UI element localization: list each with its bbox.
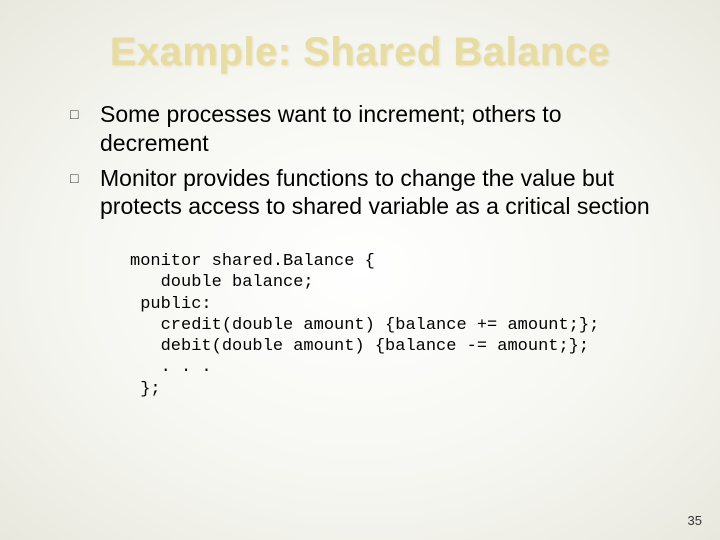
page-number: 35 xyxy=(688,513,702,528)
bullet-marker-icon: □ xyxy=(70,100,100,128)
bullet-item: □ Some processes want to increment; othe… xyxy=(70,100,650,158)
bullet-text: Monitor provides functions to change the… xyxy=(100,164,650,222)
slide: Example: Shared Balance □ Some processes… xyxy=(0,0,720,540)
bullet-text: Some processes want to increment; others… xyxy=(100,100,650,158)
bullet-marker-icon: □ xyxy=(70,164,100,192)
bullet-list: □ Some processes want to increment; othe… xyxy=(70,100,650,221)
bullet-item: □ Monitor provides functions to change t… xyxy=(70,164,650,222)
code-block: monitor shared.Balance { double balance;… xyxy=(130,251,630,400)
slide-title: Example: Shared Balance xyxy=(50,30,670,75)
